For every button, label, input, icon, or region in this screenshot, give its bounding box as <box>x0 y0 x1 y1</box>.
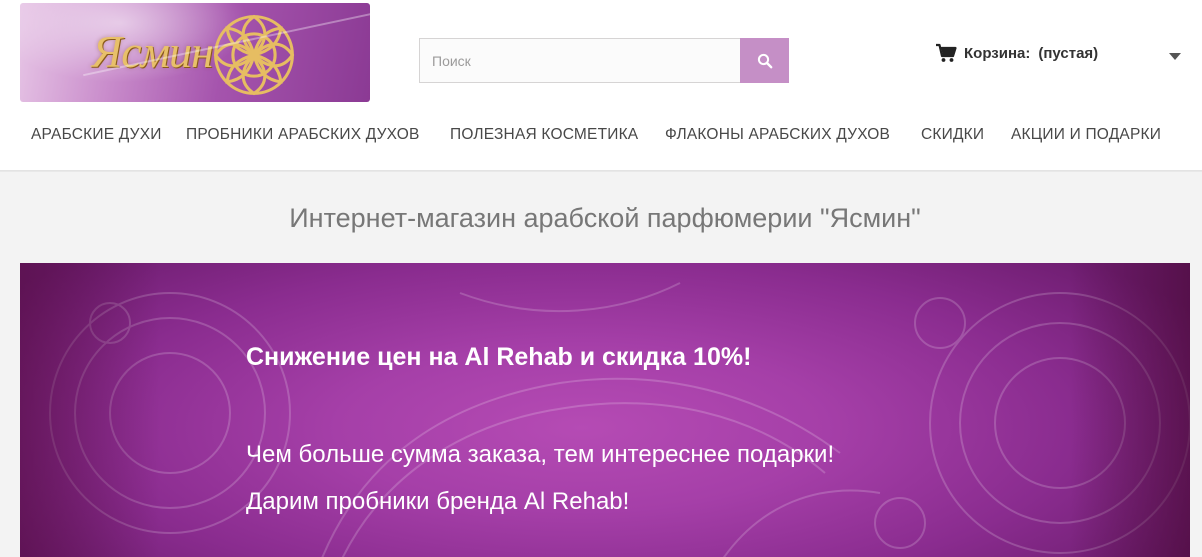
search-icon <box>757 53 772 68</box>
menu-item-cosmetics[interactable]: Полезная косметика <box>450 126 638 144</box>
logo-text: Ясмин <box>92 26 214 77</box>
shopping-cart-icon <box>936 43 957 62</box>
cart-summary[interactable]: Корзина: (пустая) <box>935 42 1098 64</box>
main-content: Интернет-магазин арабской парфюмерии "Яс… <box>0 172 1202 557</box>
promo-banner[interactable]: Снижение цен на Al Rehab и скидка 10%! Ч… <box>20 263 1190 557</box>
menu-item-perfume-samples[interactable]: Пробники арабских духов <box>186 126 420 144</box>
search-input[interactable] <box>419 38 740 83</box>
menu-item-promotions[interactable]: Акции и подарки <box>1011 126 1161 144</box>
banner-shade-right <box>1070 263 1190 557</box>
cart-label: Корзина: <box>964 44 1031 62</box>
cart-status: (пустая) <box>1038 44 1099 62</box>
search-box <box>419 38 789 83</box>
chevron-down-icon[interactable] <box>1169 53 1181 60</box>
main-menu: Арабские духи Пробники арабских духов По… <box>0 118 1202 156</box>
menu-item-perfume-bottles[interactable]: Флаконы арабских духов <box>665 126 890 144</box>
banner-text-line: Дарим пробники бренда Al Rehab! <box>246 488 630 515</box>
flower-emblem-icon <box>213 14 295 96</box>
menu-item-discounts[interactable]: Скидки <box>921 126 984 144</box>
search-button[interactable] <box>740 38 789 83</box>
banner-text-line: Чем больше сумма заказа, тем интереснее … <box>246 441 835 468</box>
page: Ясмин Поиск Корзина: (пустая) АРАБСКИЕ Д… <box>0 0 1202 557</box>
menu-item-arabic-perfumes[interactable]: Арабские духи <box>31 126 162 144</box>
page-title: Интернет-магазин арабской парфюмерии "Яс… <box>289 203 921 233</box>
logo[interactable]: Ясмин <box>20 3 370 102</box>
banner-shade-left <box>20 263 160 557</box>
banner-title: Снижение цен на Al Rehab и скидка 10%! <box>246 343 752 371</box>
header: Ясмин Поиск Корзина: (пустая) АРАБСКИЕ Д… <box>0 0 1202 172</box>
